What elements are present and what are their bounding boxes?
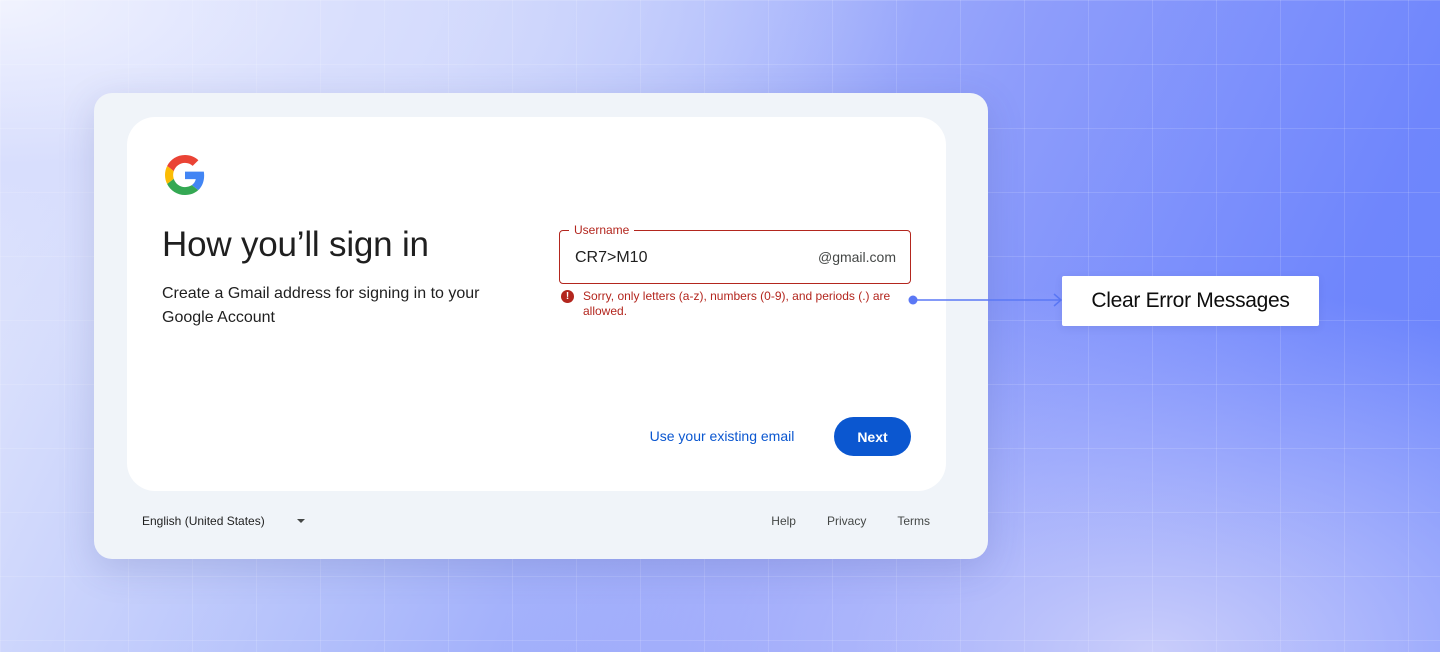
error-alert-icon: ! bbox=[561, 290, 574, 303]
signup-card: How you’ll sign in Create a Gmail addres… bbox=[127, 117, 946, 491]
feature-callout: Clear Error Messages bbox=[1062, 276, 1319, 326]
privacy-link[interactable]: Privacy bbox=[827, 514, 866, 528]
google-g-icon bbox=[165, 155, 205, 195]
page-title: How you’ll sign in bbox=[162, 225, 429, 264]
help-link[interactable]: Help bbox=[771, 514, 796, 528]
next-button[interactable]: Next bbox=[834, 417, 911, 456]
footer-links: Help Privacy Terms bbox=[771, 514, 930, 528]
username-input[interactable]: CR7>M10 bbox=[575, 248, 647, 268]
caret-down-icon bbox=[296, 519, 305, 523]
username-field[interactable]: Username CR7>M10 @gmail.com bbox=[559, 223, 911, 284]
language-label: English (United States) bbox=[142, 514, 265, 528]
username-label: Username bbox=[569, 223, 635, 237]
language-selector[interactable]: English (United States) bbox=[142, 514, 305, 528]
use-existing-email-button[interactable]: Use your existing email bbox=[637, 417, 807, 455]
email-domain-suffix: @gmail.com bbox=[817, 249, 896, 265]
callout-connector bbox=[908, 293, 1063, 307]
signup-window: How you’ll sign in Create a Gmail addres… bbox=[94, 93, 988, 559]
error-message: Sorry, only letters (a-z), numbers (0-9)… bbox=[583, 289, 891, 318]
page-subtitle: Create a Gmail address for signing in to… bbox=[162, 285, 480, 326]
terms-link[interactable]: Terms bbox=[897, 514, 930, 528]
